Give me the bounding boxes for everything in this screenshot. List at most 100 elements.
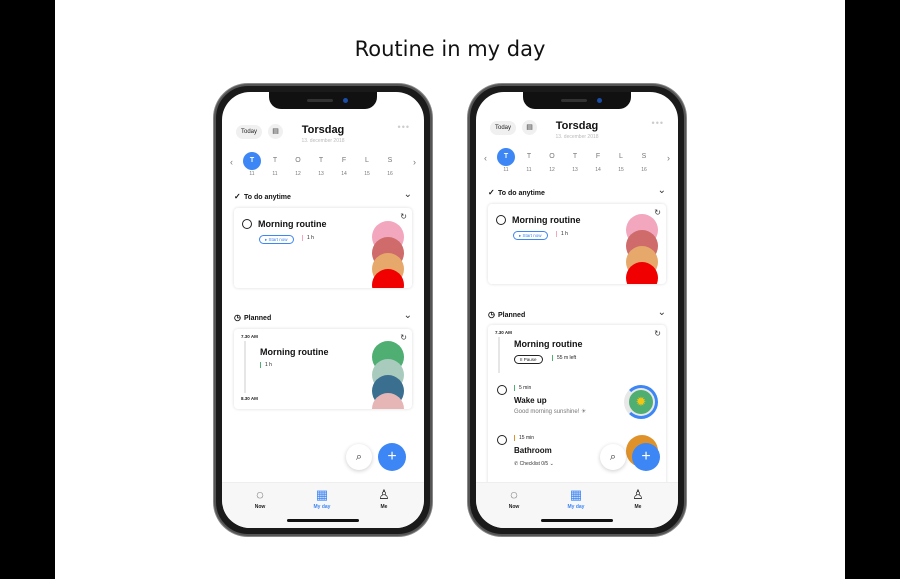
search-button[interactable]: ⌕	[346, 444, 372, 470]
chevron-left-icon[interactable]: ‹	[484, 153, 487, 163]
step-title: Bathroom	[514, 446, 552, 455]
weekday-number: 15	[618, 167, 624, 173]
add-button[interactable]: +	[378, 443, 406, 471]
weekday-letter: L	[365, 157, 369, 164]
sun-icon: ✹	[629, 390, 653, 414]
step-radio[interactable]	[497, 435, 507, 445]
timeline	[498, 337, 500, 373]
tab-now[interactable]: ◌ Now	[494, 487, 534, 510]
weekday-0[interactable]: T 11	[496, 148, 516, 173]
day-header: Today ▤ Torsdag 13. december 2018 •••	[222, 122, 424, 146]
more-icon[interactable]: •••	[398, 122, 410, 132]
weekday-number: 12	[295, 171, 301, 177]
start-time: 7.30 AM	[495, 330, 512, 335]
timeline	[244, 341, 246, 393]
chevron-left-icon[interactable]: ‹	[230, 157, 233, 167]
more-icon[interactable]: •••	[652, 118, 664, 128]
chevron-down-icon[interactable]: ⌄	[404, 189, 412, 200]
calendar-icon: ▦	[315, 487, 329, 502]
chevron-right-icon[interactable]: ›	[667, 153, 670, 163]
routine-card[interactable]: Morning routine ▸ Start now 1 h ↻	[234, 208, 412, 288]
weekday-4[interactable]: F 14	[588, 148, 608, 173]
step-duration: 15 min	[514, 435, 534, 441]
tab-me[interactable]: ♙ Me	[618, 487, 658, 510]
app-screen: Today ▤ Torsdag 13. december 2018 ••• ‹ …	[476, 92, 678, 528]
tab-bar: ♙ Me ▦ My day ◌ Now	[476, 482, 678, 528]
day-header: Today ▤ Torsdag 13. december 2018 •••	[476, 118, 678, 142]
complete-radio[interactable]	[496, 215, 506, 225]
weekday-0[interactable]: T 11	[242, 152, 262, 177]
weekday-6[interactable]: S 16	[634, 148, 654, 173]
duration: 1 h	[260, 362, 272, 368]
date-subtitle: 13. december 2018	[555, 134, 599, 140]
weekday-letter: T	[526, 153, 532, 160]
routine-card[interactable]: Morning routine ▸ Start now 1 h ↻	[488, 204, 666, 284]
chevron-down-icon[interactable]: ⌄	[404, 310, 412, 321]
time-left: 55 m left	[552, 355, 576, 361]
person-icon: ♙	[632, 487, 644, 502]
calendar-icon: ▦	[569, 487, 583, 502]
routine-title: Morning routine	[260, 347, 329, 357]
tab-now[interactable]: ◌ Now	[240, 487, 280, 510]
person-icon: ♙	[378, 487, 390, 502]
checklist-toggle[interactable]: ✆ Checklist 0/5 ⌄	[514, 461, 554, 467]
step-title: Wake up	[514, 396, 547, 405]
step-radio[interactable]	[497, 385, 507, 395]
section-anytime[interactable]: ✓ To do anytime ⌄	[488, 185, 666, 202]
complete-radio[interactable]	[242, 219, 252, 229]
weekday-letter: O	[295, 157, 301, 164]
weekday-4[interactable]: F 14	[334, 152, 354, 177]
page-title: Routine in my day	[354, 37, 546, 61]
weekday-letter: T	[272, 157, 278, 164]
weekday-3[interactable]: T 13	[565, 148, 585, 173]
start-now-button[interactable]: ▸ Start now	[513, 231, 548, 240]
chevron-right-icon[interactable]: ›	[413, 157, 416, 167]
weekday-number: 14	[341, 171, 347, 177]
weekday-letter: S	[641, 153, 647, 160]
weekday-2[interactable]: O 12	[542, 148, 562, 173]
search-button[interactable]: ⌕	[600, 444, 626, 470]
clock-icon: ◷	[488, 310, 495, 319]
repeat-icon: ↻	[654, 329, 661, 338]
weekday-3[interactable]: T 13	[311, 152, 331, 177]
tab-me[interactable]: ♙ Me	[364, 487, 404, 510]
weekday-5[interactable]: L 15	[357, 152, 377, 177]
weekday-number: 11	[503, 167, 509, 173]
tab-my-day[interactable]: ▦ My day	[556, 487, 596, 510]
weekday-number: 11	[526, 167, 532, 173]
weekday-1[interactable]: T 11	[519, 148, 539, 173]
weekday-6[interactable]: S 16	[380, 152, 400, 177]
routine-title: Morning routine	[514, 339, 583, 349]
weekday-number: 12	[549, 167, 555, 173]
weekday-number: 16	[387, 171, 393, 177]
date-subtitle: 13. december 2018	[301, 138, 345, 144]
planned-card[interactable]: 7.30 AM 8.30 AM Morning routine 1 h ↻	[234, 329, 412, 409]
repeat-icon: ↻	[654, 208, 661, 217]
weekday-1[interactable]: T 11	[265, 152, 285, 177]
pause-button[interactable]: II Pause	[514, 355, 543, 364]
add-button[interactable]: +	[632, 443, 660, 471]
tab-label: My day	[313, 504, 331, 510]
tab-label: Now	[508, 504, 520, 510]
weekday-2[interactable]: O 12	[288, 152, 308, 177]
section-anytime[interactable]: ✓ To do anytime ⌄	[234, 189, 412, 206]
weekday-letter: O	[549, 153, 555, 160]
day-title: Torsdag	[301, 124, 345, 136]
phone-right: Today ▤ Torsdag 13. december 2018 ••• ‹ …	[468, 84, 686, 536]
section-planned[interactable]: ◷ Planned ⌄	[488, 307, 666, 324]
tab-my-day[interactable]: ▦ My day	[302, 487, 342, 510]
chevron-down-icon[interactable]: ⌄	[658, 307, 666, 318]
section-planned[interactable]: ◷ Planned ⌄	[234, 310, 412, 327]
check-icon: ✓	[234, 192, 241, 201]
start-now-button[interactable]: ▸ Start now	[259, 235, 294, 244]
routine-title: Morning routine	[512, 215, 581, 225]
weekday-number: 11	[249, 171, 255, 177]
week-strip: ‹ › T 11 T 11 O 12 T 13 F 14 L 15 S 16	[484, 148, 670, 180]
chevron-down-icon[interactable]: ⌄	[658, 185, 666, 196]
weekday-5[interactable]: L 15	[611, 148, 631, 173]
duration: 1 h	[302, 235, 314, 241]
tab-bar: ♙ Me ▦ My day ◌ Now	[222, 482, 424, 528]
weekday-letter: T	[318, 157, 324, 164]
weekday-letter: F	[341, 157, 347, 164]
weekday-number: 16	[641, 167, 647, 173]
